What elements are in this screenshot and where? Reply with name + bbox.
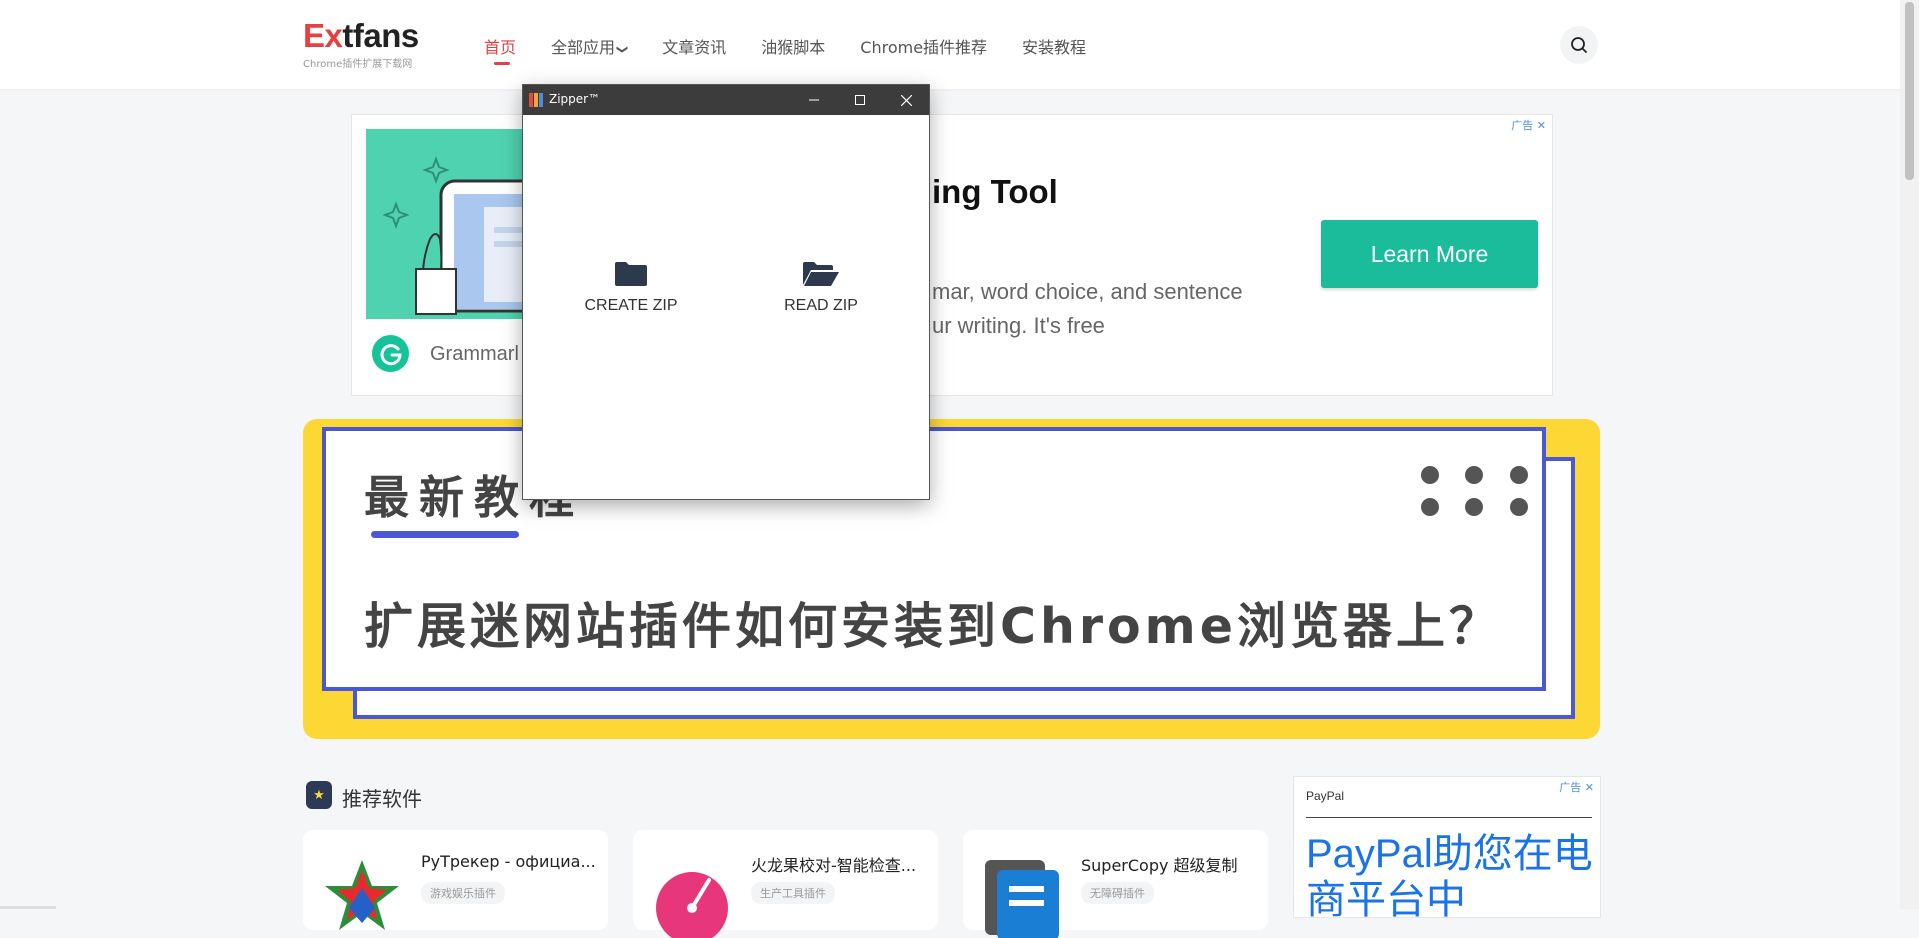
create-zip-button[interactable]: CREATE ZIP [566,261,696,315]
supercopy-icon [985,860,1059,938]
read-zip-label: READ ZIP [784,297,858,314]
chevron-down-icon: ❯ [616,44,630,55]
card-name: SuperCopy 超级复制 [1081,856,1238,875]
main-nav: 首页 全部应用❯ 文章资讯 油猴脚本 Chrome插件推荐 安装教程 [484,34,1121,65]
ad-close[interactable]: 广告 ✕ [1511,117,1546,133]
site-logo[interactable]: Extfans Chrome插件扩展下载网 [303,17,419,71]
ad-label: 广告 [1511,119,1534,132]
search-icon [1571,37,1587,53]
dragonfruit-icon [656,872,728,938]
learn-more-button[interactable]: Learn More [1321,220,1538,288]
close-icon [900,94,912,106]
logo-subtitle: Chrome插件扩展下载网 [303,59,413,70]
ad-brand: PayPal [1306,789,1345,803]
nav-all-apps-label: 全部应用 [551,38,616,57]
nav-userscripts[interactable]: 油猴脚本 [761,34,825,58]
banner-front-frame: 最新教程 扩展迷网站插件如何安装到Chrome浏览器上？ [322,427,1546,691]
dots-decoration-icon [1421,466,1531,524]
rutracker-icon [325,860,399,930]
card-tag[interactable]: 游戏娱乐插件 [421,882,505,904]
ad-description: mar, word choice, and sentence ur writin… [932,275,1322,343]
minimize-icon [809,99,819,101]
ad-divider [1306,817,1592,818]
card-tag[interactable]: 无障碍插件 [1081,882,1154,904]
site-header: Extfans Chrome插件扩展下载网 首页 全部应用❯ 文章资讯 油猴脚本… [0,0,1900,89]
card-tag[interactable]: 生产工具插件 [751,882,835,904]
ad-label: 广告 [1559,781,1582,794]
software-card[interactable]: РуТрекер - официа... 游戏娱乐插件 [303,830,608,930]
card-name: РуТрекер - официа... [421,852,596,871]
close-button[interactable] [883,85,929,115]
ad-desc-line2: ur writing. It's free [932,313,1105,338]
scrollbar-thumb[interactable] [1905,2,1914,180]
ad-close[interactable]: 广告 ✕ [1559,779,1594,795]
logo-rest: tfans [342,17,419,54]
folder-open-icon [803,262,839,286]
side-ad[interactable]: 广告 ✕ PayPal PayPal助您在电商平台中 [1293,776,1601,918]
zipper-window: Zipper™ CREATE ZIP READ ZIP [523,85,929,499]
banner-underline [371,531,519,538]
create-zip-label: CREATE ZIP [584,297,678,314]
ad-brand: Grammarl [430,343,519,365]
section-title: 推荐软件 [342,787,422,811]
nav-all-apps[interactable]: 全部应用❯ [551,34,630,58]
minimize-button[interactable] [791,85,837,115]
maximize-icon [855,95,865,105]
nav-articles[interactable]: 文章资讯 [662,34,726,58]
close-icon: ✕ [1536,119,1546,132]
logo-ex: Ex [303,17,343,54]
ad-desc-line1: mar, word choice, and sentence [932,279,1243,304]
software-card[interactable]: 火龙果校对-智能检查... 生产工具插件 [633,830,938,938]
window-titlebar[interactable]: Zipper™ [523,85,929,115]
nav-home[interactable]: 首页 [484,34,516,65]
zipper-app-icon [529,93,543,107]
nav-install-guide[interactable]: 安装教程 [1022,34,1086,58]
card-name: 火龙果校对-智能检查... [751,856,917,875]
banner-headline: 扩展迷网站插件如何安装到Chrome浏览器上？ [364,598,1502,655]
software-card[interactable]: SuperCopy 超级复制 无障碍插件 [963,830,1268,938]
grammarly-logo-icon [372,335,409,372]
folder-icon [615,262,647,286]
search-button[interactable] [1560,26,1598,64]
page-scrollbar[interactable] [1900,0,1919,909]
ad-title: ing Tool [932,173,1058,210]
maximize-button[interactable] [837,85,883,115]
window-title: Zipper™ [549,92,601,106]
nav-chrome-plugins[interactable]: Chrome插件推荐 [860,34,987,58]
star-badge-icon: ★ [306,781,332,809]
close-icon: ✕ [1584,781,1594,794]
tutorial-banner[interactable]: 最新教程 扩展迷网站插件如何安装到Chrome浏览器上？ [303,419,1600,739]
ad-headline: PayPal助您在电商平台中 [1306,832,1593,918]
read-zip-button[interactable]: READ ZIP [756,261,886,315]
